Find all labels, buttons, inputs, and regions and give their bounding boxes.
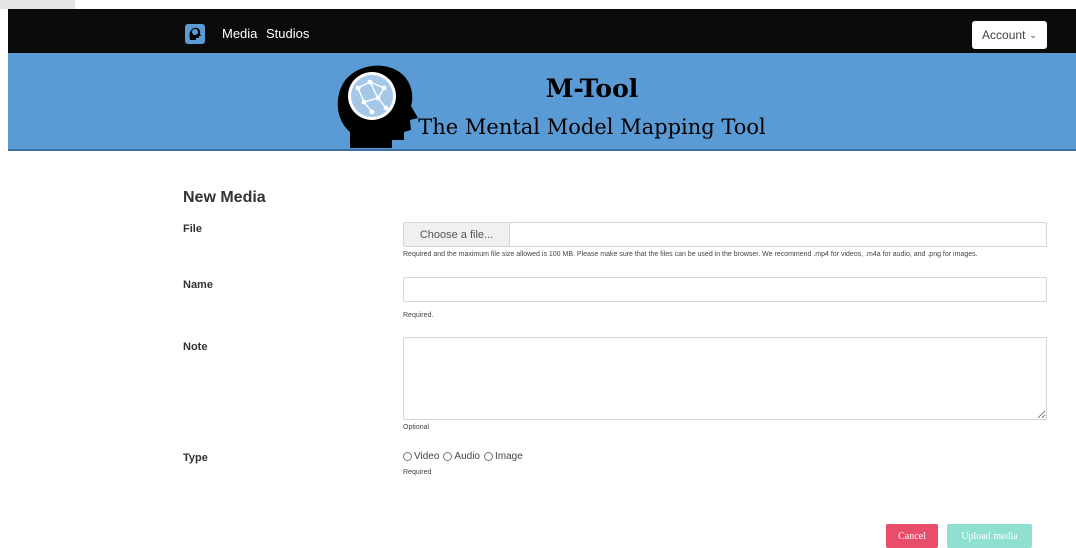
browser-top-strip: [0, 0, 1076, 9]
account-dropdown-button[interactable]: Account ⌄: [972, 21, 1047, 49]
type-radio-group: Video Audio Image: [403, 451, 527, 462]
browser-tab-stub: [0, 0, 75, 9]
nav-link-media[interactable]: Media: [222, 26, 257, 41]
radio-circle-icon[interactable]: [483, 452, 493, 461]
nav-link-studios[interactable]: Studios: [266, 26, 309, 41]
type-option-video[interactable]: Video: [403, 451, 439, 462]
brain-head-logo-icon[interactable]: [185, 24, 205, 44]
header-banner: M-Tool The Mental Model Mapping Tool: [8, 53, 1076, 151]
radio-circle-icon[interactable]: [403, 452, 412, 461]
note-label: Note: [183, 341, 208, 353]
type-help-text: Required: [403, 469, 432, 476]
type-option-label: Audio: [454, 451, 480, 462]
type-option-image[interactable]: Image: [483, 451, 523, 462]
type-option-audio[interactable]: Audio: [443, 451, 480, 462]
choose-file-button[interactable]: Choose a file...: [404, 223, 510, 246]
chevron-down-icon: ⌄: [1029, 29, 1037, 40]
file-input[interactable]: Choose a file...: [403, 222, 1047, 247]
navbar: Media Studios Account ⌄: [8, 9, 1076, 53]
type-label: Type: [183, 452, 208, 464]
cancel-button[interactable]: Cancel: [886, 524, 938, 548]
banner-subtitle: The Mental Model Mapping Tool: [418, 115, 766, 139]
type-option-label: Video: [414, 451, 440, 462]
type-option-label: Image: [494, 451, 523, 462]
account-label: Account: [982, 28, 1026, 42]
name-label: Name: [183, 279, 213, 291]
page-title: New Media: [183, 189, 266, 206]
upload-media-button[interactable]: Upload media: [947, 524, 1032, 548]
file-help-text: Required and the maximum file size allow…: [403, 251, 978, 258]
note-help-text: Optional: [403, 424, 430, 431]
radio-circle-icon[interactable]: [443, 452, 453, 461]
note-textarea[interactable]: [403, 337, 1047, 420]
name-input[interactable]: [403, 277, 1047, 302]
name-help-text: Required.: [403, 312, 434, 319]
file-label: File: [183, 223, 202, 235]
banner-title: M-Tool: [545, 74, 639, 103]
